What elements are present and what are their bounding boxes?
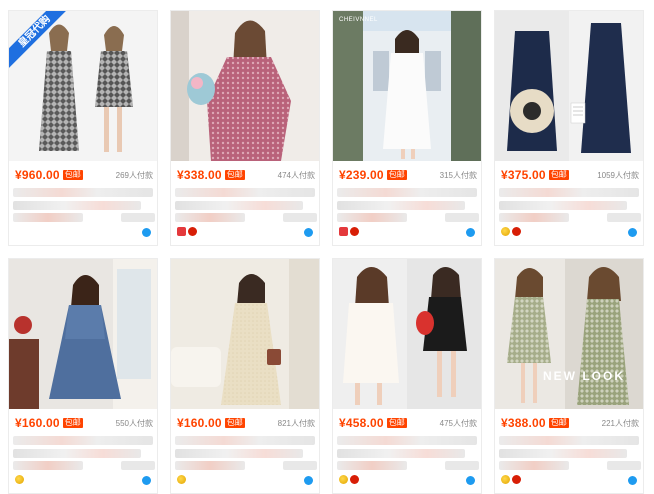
free-shipping-badge: 包邮	[548, 418, 569, 428]
product-price: ¥160.00	[177, 416, 222, 430]
product-title-blurred[interactable]	[337, 188, 477, 197]
gold-seller-badge-icon	[501, 227, 510, 236]
shop-name-blurred[interactable]	[337, 461, 407, 470]
sales-count: 315人付款	[439, 170, 477, 180]
product-price: ¥239.00	[339, 168, 384, 182]
location-blurred	[607, 461, 641, 470]
product-title-blurred[interactable]	[13, 436, 153, 445]
sales-count: 474人付款	[277, 170, 315, 180]
gift-badge-icon	[512, 227, 521, 236]
free-shipping-badge: 包邮	[224, 418, 245, 428]
shop-name-blurred[interactable]	[175, 461, 245, 470]
product-card[interactable]: CHEIVNNEL ¥239.00 包邮 315人付款	[332, 10, 482, 246]
shop-name-blurred[interactable]	[337, 213, 407, 222]
chat-icon[interactable]	[304, 228, 313, 237]
free-shipping-badge: 包邮	[386, 170, 407, 180]
product-image[interactable]	[333, 259, 481, 409]
shop-name-blurred[interactable]	[499, 213, 569, 222]
product-price: ¥160.00	[15, 416, 60, 430]
sales-count: 221人付款	[601, 418, 639, 428]
product-price: ¥375.00	[501, 168, 546, 182]
location-blurred	[445, 213, 479, 222]
location-blurred	[445, 461, 479, 470]
product-title-blurred[interactable]	[337, 449, 465, 458]
product-title-blurred[interactable]	[499, 449, 627, 458]
gold-seller-badge-icon	[177, 475, 186, 484]
product-image[interactable]: 皇冠代购	[9, 11, 157, 161]
photo-watermark: NEW LOOK	[543, 369, 625, 383]
product-image[interactable]	[171, 11, 319, 161]
gift-badge-icon	[350, 227, 359, 236]
location-blurred	[121, 461, 155, 470]
new-badge-icon	[188, 227, 197, 236]
gold-seller-badge-icon	[339, 475, 348, 484]
product-title-blurred[interactable]	[175, 436, 315, 445]
product-price: ¥338.00	[177, 168, 222, 182]
product-title-blurred[interactable]	[175, 188, 315, 197]
chat-icon[interactable]	[304, 476, 313, 485]
gold-seller-badge-icon	[501, 475, 510, 484]
product-price: ¥388.00	[501, 416, 546, 430]
sales-count: 269人付款	[115, 170, 153, 180]
product-title-blurred[interactable]	[337, 436, 477, 445]
free-shipping-badge: 包邮	[224, 170, 245, 180]
product-card[interactable]: ¥160.00 包邮 821人付款	[170, 258, 320, 494]
chat-icon[interactable]	[142, 476, 151, 485]
product-title-blurred[interactable]	[175, 449, 303, 458]
product-card[interactable]: ¥375.00 包邮 1059人付款	[494, 10, 644, 246]
brand-watermark: CHEIVNNEL	[339, 17, 378, 23]
chat-icon[interactable]	[628, 228, 637, 237]
free-shipping-badge: 包邮	[386, 418, 407, 428]
product-image[interactable]	[171, 259, 319, 409]
chat-icon[interactable]	[466, 476, 475, 485]
sales-count: 821人付款	[277, 418, 315, 428]
product-image[interactable]	[495, 11, 643, 161]
gift-badge-icon	[512, 475, 521, 484]
gift-badge-icon	[350, 475, 359, 484]
product-card[interactable]: ¥338.00 包邮 474人付款	[170, 10, 320, 246]
product-title-blurred[interactable]	[13, 201, 141, 210]
chat-icon[interactable]	[142, 228, 151, 237]
product-title-blurred[interactable]	[499, 188, 639, 197]
chat-icon[interactable]	[628, 476, 637, 485]
product-title-blurred[interactable]	[499, 201, 627, 210]
sales-count: 550人付款	[115, 418, 153, 428]
product-card[interactable]: NEW LOOK ¥388.00 包邮 221人付款	[494, 258, 644, 494]
shop-name-blurred[interactable]	[13, 213, 83, 222]
location-blurred	[121, 213, 155, 222]
location-blurred	[283, 461, 317, 470]
product-title-blurred[interactable]	[337, 201, 465, 210]
product-card[interactable]: 皇冠代购 ¥960.00 包邮 269人付款	[8, 10, 158, 246]
product-price: ¥458.00	[339, 416, 384, 430]
product-title-blurred[interactable]	[13, 188, 153, 197]
location-blurred	[283, 213, 317, 222]
product-title-blurred[interactable]	[499, 436, 639, 445]
shop-name-blurred[interactable]	[175, 213, 245, 222]
product-title-blurred[interactable]	[175, 201, 303, 210]
free-shipping-badge: 包邮	[548, 170, 569, 180]
shop-name-blurred[interactable]	[13, 461, 83, 470]
product-price: ¥960.00	[15, 168, 60, 182]
product-card[interactable]: ¥160.00 包邮 550人付款	[8, 258, 158, 494]
gold-seller-badge-icon	[15, 475, 24, 484]
tmall-badge-icon	[177, 227, 186, 236]
product-card[interactable]: ¥458.00 包邮 475人付款	[332, 258, 482, 494]
free-shipping-badge: 包邮	[62, 418, 83, 428]
sales-count: 1059人付款	[597, 170, 639, 180]
tmall-badge-icon	[339, 227, 348, 236]
product-image[interactable]	[9, 259, 157, 409]
product-title-blurred[interactable]	[13, 449, 141, 458]
chat-icon[interactable]	[466, 228, 475, 237]
sales-count: 475人付款	[439, 418, 477, 428]
location-blurred	[607, 213, 641, 222]
free-shipping-badge: 包邮	[62, 170, 83, 180]
product-image[interactable]: CHEIVNNEL	[333, 11, 481, 161]
shop-name-blurred[interactable]	[499, 461, 569, 470]
product-image[interactable]: NEW LOOK	[495, 259, 643, 409]
